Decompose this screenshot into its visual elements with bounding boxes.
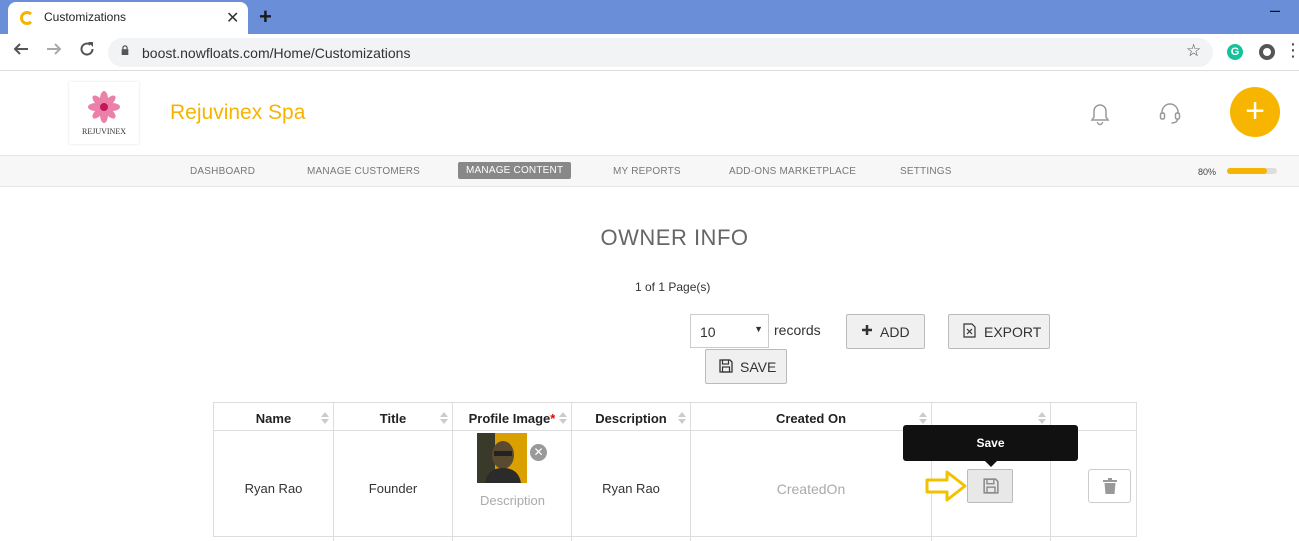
browser-toolbar: boost.nowfloats.com/Home/Customizations …	[0, 34, 1299, 71]
browser-menu-icon[interactable]: ⋮	[1284, 40, 1299, 61]
column-header-label: Name	[255, 411, 292, 426]
export-button[interactable]: EXPORT	[948, 314, 1050, 349]
extension-icon[interactable]	[1259, 44, 1275, 60]
nav-my-reports[interactable]: MY REPORTS	[613, 166, 681, 177]
profile-completion-label: 80%	[1198, 167, 1217, 177]
floppy-disk-icon	[719, 359, 733, 376]
profile-image-thumbnail[interactable]	[477, 433, 527, 483]
column-header-description[interactable]: Description	[572, 403, 691, 431]
tab-close-icon[interactable]: ✕	[226, 8, 239, 28]
column-header-name[interactable]: Name	[214, 403, 334, 431]
column-header-label: Title	[379, 411, 407, 426]
column-header-profile-image[interactable]: Profile Image*	[453, 403, 572, 431]
export-button-label: EXPORT	[984, 324, 1042, 340]
main-nav: DASHBOARD MANAGE CUSTOMERS MANAGE CONTEN…	[0, 155, 1299, 187]
tooltip-arrow	[985, 461, 997, 467]
dropdown-arrow-icon: ▼	[754, 324, 763, 334]
floppy-disk-icon	[983, 478, 999, 494]
plus-icon	[861, 323, 873, 339]
back-arrow-icon[interactable]	[12, 40, 30, 63]
sort-icon	[1038, 412, 1046, 424]
grammarly-extension-icon[interactable]: G	[1227, 44, 1243, 60]
column-header-label: Description	[595, 411, 667, 426]
nav-manage-content[interactable]: MANAGE CONTENT	[458, 162, 572, 179]
page-size-select[interactable]: 10 ▼	[690, 314, 769, 348]
profile-completion-fill	[1227, 168, 1267, 174]
notification-bell-icon[interactable]	[1089, 102, 1111, 131]
business-name[interactable]: Rejuvinex Spa	[170, 101, 305, 125]
required-marker: *	[550, 411, 556, 426]
trash-icon	[1103, 478, 1117, 494]
created-on-placeholder: CreatedOn	[776, 481, 846, 497]
support-headset-icon[interactable]	[1158, 101, 1182, 130]
column-header-title[interactable]: Title	[334, 403, 453, 431]
nav-dashboard[interactable]: DASHBOARD	[190, 166, 255, 177]
page-title: OWNER INFO	[600, 225, 749, 250]
records-label: records	[774, 322, 821, 338]
lotus-logo-icon	[88, 91, 120, 123]
pagination-info: 1 of 1 Page(s)	[635, 280, 711, 294]
person-photo-icon	[477, 433, 527, 483]
save-all-button-label: SAVE	[740, 359, 777, 375]
remove-image-icon[interactable]: ✕	[530, 444, 547, 461]
column-header-created-on[interactable]: Created On	[691, 403, 932, 431]
bookmark-star-icon[interactable]: ☆	[1186, 41, 1201, 61]
browser-tab[interactable]: Customizations ✕	[8, 2, 248, 34]
highlight-arrow-icon	[925, 470, 967, 502]
site-favicon-icon	[20, 11, 34, 25]
nav-manage-customers[interactable]: MANAGE CUSTOMERS	[307, 166, 420, 177]
sort-icon	[919, 412, 927, 424]
lock-icon	[121, 45, 129, 55]
nav-addons-marketplace[interactable]: ADD-ONS MARKETPLACE	[729, 166, 856, 177]
cell-created-on[interactable]: CreatedOn	[691, 431, 932, 541]
cell-description[interactable]: Ryan Rao	[572, 431, 691, 541]
cell-name[interactable]: Ryan Rao	[214, 431, 334, 541]
quick-add-button[interactable]: +	[1230, 87, 1280, 137]
excel-file-icon	[963, 323, 976, 341]
profile-completion-bar	[1227, 168, 1277, 174]
address-bar[interactable]: boost.nowfloats.com/Home/Customizations …	[108, 38, 1213, 67]
cell-title[interactable]: Founder	[334, 431, 453, 541]
column-header-label: Created On	[775, 411, 847, 426]
delete-row-button[interactable]	[1088, 469, 1131, 503]
url-text: boost.nowfloats.com/Home/Customizations	[142, 45, 411, 61]
sort-icon	[440, 412, 448, 424]
business-logo: REJUVINEX	[69, 82, 139, 144]
logo-wordmark: REJUVINEX	[82, 127, 126, 136]
save-row-button[interactable]	[967, 469, 1013, 503]
owner-name: Ryan Rao	[244, 481, 303, 496]
owner-description: Ryan Rao	[602, 481, 660, 496]
browser-tab-strip: Customizations ✕ + –	[0, 0, 1299, 34]
tab-title: Customizations	[44, 10, 127, 24]
sort-icon	[678, 412, 686, 424]
reload-icon[interactable]	[78, 40, 96, 63]
window-minimize-button[interactable]: –	[1270, 0, 1280, 21]
add-button-label: ADD	[880, 324, 910, 340]
column-header-label: Profile Image	[468, 411, 551, 426]
save-tooltip: Save	[903, 425, 1078, 461]
sort-icon	[559, 412, 567, 424]
page-size-value: 10	[700, 324, 716, 340]
sort-icon	[321, 412, 329, 424]
owner-title: Founder	[368, 481, 418, 496]
new-tab-button[interactable]: +	[259, 4, 272, 30]
save-all-button[interactable]: SAVE	[705, 349, 787, 384]
image-description-placeholder[interactable]: Description	[454, 493, 571, 508]
forward-arrow-icon[interactable]	[45, 40, 63, 63]
add-button[interactable]: ADD	[846, 314, 925, 349]
nav-settings[interactable]: SETTINGS	[900, 166, 952, 177]
